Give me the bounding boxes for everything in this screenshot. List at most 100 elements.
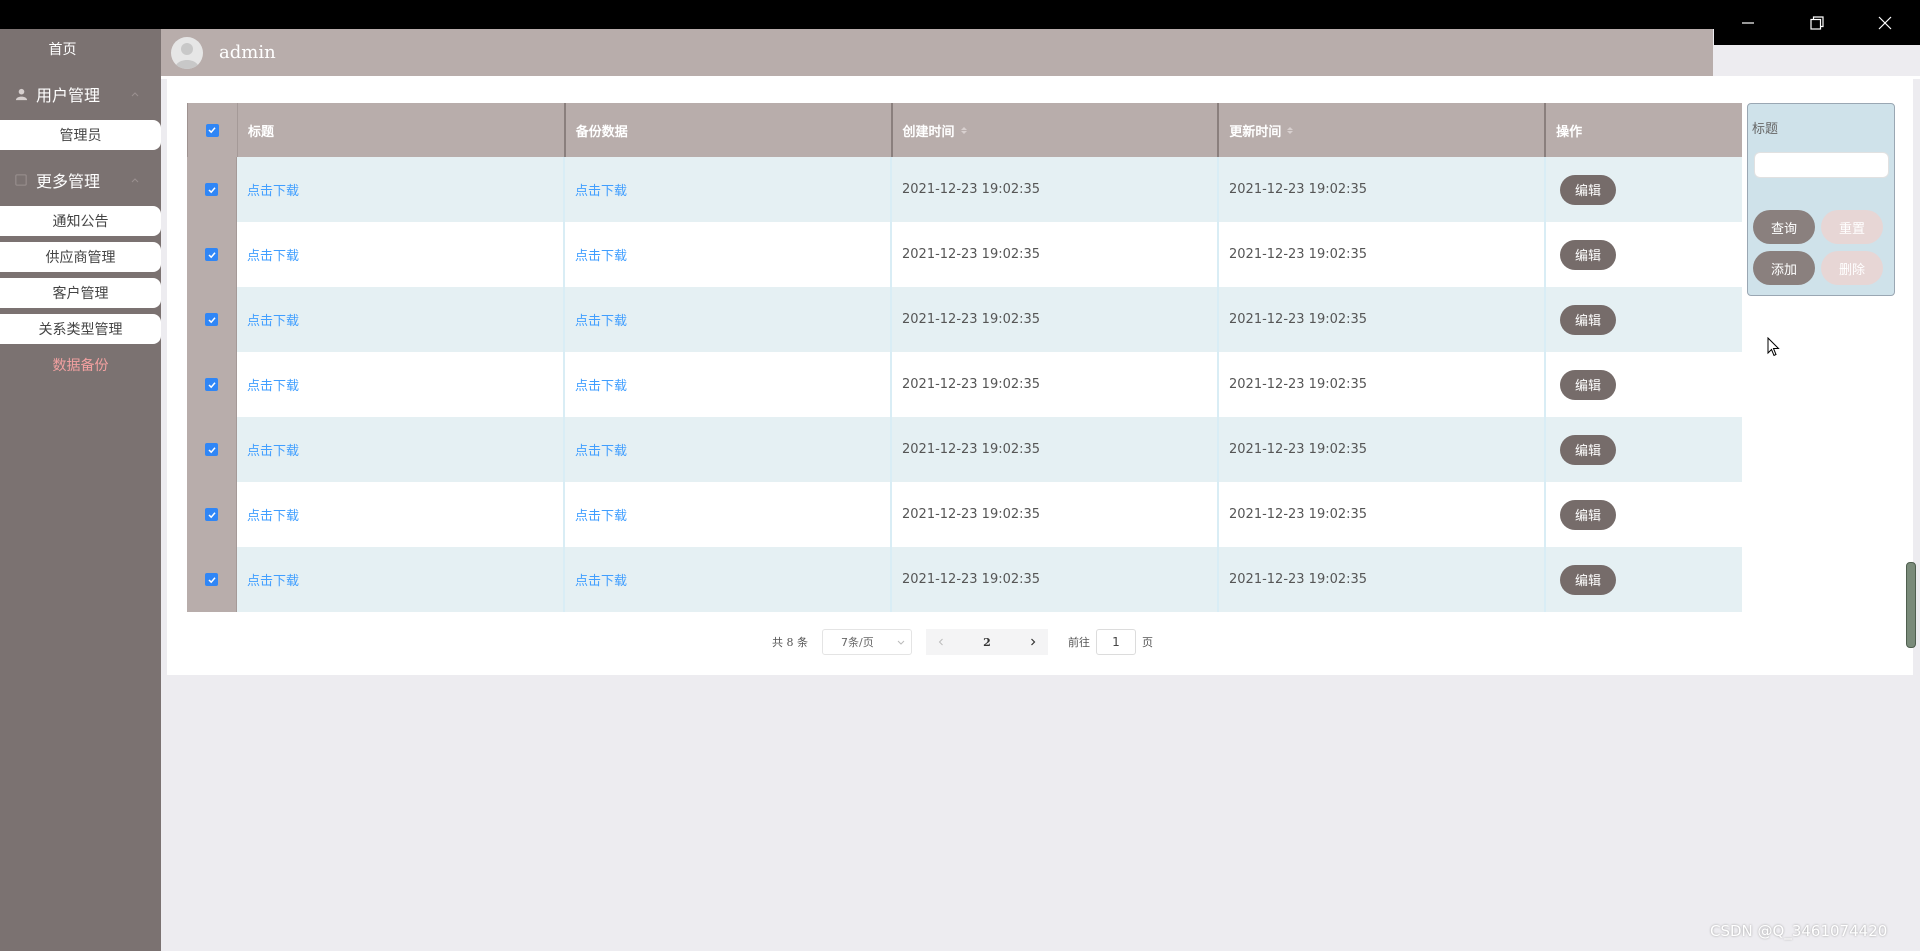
title-download-link[interactable]: 点击下载 <box>247 180 299 199</box>
sort-icon[interactable] <box>1287 126 1294 134</box>
checkbox-checked-icon <box>205 183 218 196</box>
updated-time: 2021-12-23 19:02:35 <box>1229 377 1368 392</box>
page-unit-label: 页 <box>1142 636 1153 649</box>
sidebar-item-supplier[interactable]: 供应商管理 <box>0 242 161 272</box>
cell-actions: 编辑 <box>1546 222 1742 287</box>
current-page[interactable]: 2 <box>956 629 1018 655</box>
column-header-backup: 备份数据 <box>566 103 893 157</box>
cell-backup: 点击下载 <box>565 352 892 417</box>
select-all-checkbox[interactable] <box>188 103 238 157</box>
title-download-link[interactable]: 点击下载 <box>247 570 299 589</box>
sidebar-group-label: 更多管理 <box>36 172 101 191</box>
search-title-input[interactable] <box>1754 152 1889 178</box>
next-page-button[interactable] <box>1018 629 1048 655</box>
title-download-link[interactable]: 点击下载 <box>247 310 299 329</box>
cell-created: 2021-12-23 19:02:35 <box>892 547 1219 612</box>
cell-created: 2021-12-23 19:02:35 <box>892 287 1219 352</box>
cell-updated: 2021-12-23 19:02:35 <box>1219 287 1546 352</box>
sidebar-item-customer[interactable]: 客户管理 <box>0 278 161 308</box>
edit-button[interactable]: 编辑 <box>1560 174 1616 205</box>
updated-time: 2021-12-23 19:02:35 <box>1229 572 1368 587</box>
column-header-updated[interactable]: 更新时间 <box>1219 103 1547 157</box>
backup-download-link[interactable]: 点击下载 <box>575 310 627 329</box>
data-table: 标题 备份数据 创建时间 更新时间 操作 点击下载 点击下载 2021-12-2… <box>187 103 1742 612</box>
add-button[interactable]: 添加 <box>1753 251 1815 285</box>
cell-updated: 2021-12-23 19:02:35 <box>1219 417 1546 482</box>
backup-download-link[interactable]: 点击下载 <box>575 245 627 264</box>
cell-updated: 2021-12-23 19:02:35 <box>1219 222 1546 287</box>
checkbox-checked-icon <box>205 248 218 261</box>
row-checkbox[interactable] <box>187 547 237 612</box>
row-checkbox[interactable] <box>187 417 237 482</box>
column-header-created[interactable]: 创建时间 <box>893 103 1220 157</box>
sort-icon[interactable] <box>960 126 967 134</box>
row-checkbox[interactable] <box>187 352 237 417</box>
checkbox-checked-icon <box>205 123 219 137</box>
title-download-link[interactable]: 点击下载 <box>247 505 299 524</box>
edit-button[interactable]: 编辑 <box>1560 239 1616 270</box>
cell-title: 点击下载 <box>237 352 565 417</box>
edit-button[interactable]: 编辑 <box>1560 369 1616 400</box>
backup-download-link[interactable]: 点击下载 <box>575 505 627 524</box>
prev-page-button[interactable] <box>926 629 956 655</box>
created-time: 2021-12-23 19:02:35 <box>902 572 1041 587</box>
search-title-label: 标题 <box>1752 122 1779 137</box>
cell-title: 点击下载 <box>237 157 565 222</box>
avatar[interactable] <box>171 36 203 69</box>
sidebar: 首页 用户管理 管理员 更多管理 通知公告 供应商管理 客户管理 关系类型管理 … <box>0 29 161 951</box>
cell-backup: 点击下载 <box>565 222 892 287</box>
title-download-link[interactable]: 点击下载 <box>247 440 299 459</box>
cell-updated: 2021-12-23 19:02:35 <box>1219 547 1546 612</box>
backup-download-link[interactable]: 点击下载 <box>575 375 627 394</box>
page-size-select[interactable]: 7条/页 <box>822 629 912 655</box>
backup-download-link[interactable]: 点击下载 <box>575 440 627 459</box>
pagination-total: 共 8 条 <box>772 636 808 649</box>
table-header: 标题 备份数据 创建时间 更新时间 操作 <box>187 103 1742 157</box>
sidebar-group-user-management[interactable]: 用户管理 <box>0 68 161 120</box>
checkbox-checked-icon <box>205 573 218 586</box>
page-size-value: 7条/页 <box>841 636 874 649</box>
cell-backup: 点击下载 <box>565 547 892 612</box>
backup-download-link[interactable]: 点击下载 <box>575 180 627 199</box>
cell-title: 点击下载 <box>237 287 565 352</box>
sidebar-item-relation-type[interactable]: 关系类型管理 <box>0 314 161 344</box>
goto-page-input[interactable]: 1 <box>1096 629 1136 655</box>
created-time: 2021-12-23 19:02:35 <box>902 182 1041 197</box>
chevron-right-icon <box>1031 638 1036 646</box>
row-checkbox[interactable] <box>187 482 237 547</box>
cell-updated: 2021-12-23 19:02:35 <box>1219 482 1546 547</box>
row-checkbox[interactable] <box>187 157 237 222</box>
edit-button[interactable]: 编辑 <box>1560 499 1616 530</box>
sidebar-item-admin[interactable]: 管理员 <box>0 120 161 150</box>
created-time: 2021-12-23 19:02:35 <box>902 312 1041 327</box>
reset-button[interactable]: 重置 <box>1821 210 1883 244</box>
query-button[interactable]: 查询 <box>1753 210 1815 244</box>
search-panel: 标题 查询 重置 添加 删除 <box>1747 103 1895 296</box>
edit-button[interactable]: 编辑 <box>1560 564 1616 595</box>
backup-download-link[interactable]: 点击下载 <box>575 570 627 589</box>
edit-button[interactable]: 编辑 <box>1560 434 1616 465</box>
title-download-link[interactable]: 点击下载 <box>247 375 299 394</box>
sidebar-group-more-management[interactable]: 更多管理 <box>0 154 161 206</box>
top-header: admin <box>161 29 1713 76</box>
edit-button[interactable]: 编辑 <box>1560 304 1616 335</box>
close-icon[interactable] <box>1851 0 1920 45</box>
table-row: 点击下载 点击下载 2021-12-23 19:02:35 2021-12-23… <box>187 482 1742 547</box>
cell-created: 2021-12-23 19:02:35 <box>892 352 1219 417</box>
delete-button[interactable]: 删除 <box>1821 251 1883 285</box>
sidebar-item-notice[interactable]: 通知公告 <box>0 206 161 236</box>
sidebar-item-data-backup[interactable]: 数据备份 <box>0 350 161 380</box>
sidebar-item-home[interactable]: 首页 <box>0 29 161 68</box>
table-row: 点击下载 点击下载 2021-12-23 19:02:35 2021-12-23… <box>187 417 1742 482</box>
title-download-link[interactable]: 点击下载 <box>247 245 299 264</box>
user-avatar-icon <box>175 42 199 69</box>
minimize-icon[interactable] <box>1714 0 1783 45</box>
cell-title: 点击下载 <box>237 547 565 612</box>
restore-icon[interactable] <box>1783 0 1852 45</box>
column-header-actions: 操作 <box>1556 124 1583 140</box>
cell-updated: 2021-12-23 19:02:35 <box>1219 352 1546 417</box>
scrollbar-thumb[interactable] <box>1906 562 1916 648</box>
row-checkbox[interactable] <box>187 222 237 287</box>
checkbox-checked-icon <box>205 443 218 456</box>
row-checkbox[interactable] <box>187 287 237 352</box>
